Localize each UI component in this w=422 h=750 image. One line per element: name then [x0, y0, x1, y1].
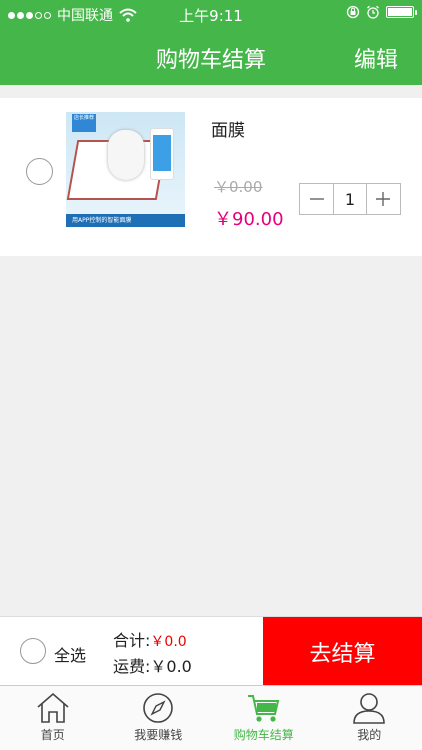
product-tag: 店长推荐	[72, 114, 96, 132]
tab-home-label: 首页	[40, 728, 65, 742]
checkout-bar: 全选 合计: ￥0.0 运费: ￥0.0 去结算	[0, 616, 422, 686]
cart-item: 店长推荐 用APP控制的智能面膜 面膜 ￥0.00 ￥90.00 1	[0, 98, 422, 256]
user-icon	[353, 693, 386, 724]
plus-icon	[376, 192, 391, 206]
total-label: 合计:	[113, 631, 151, 650]
tab-bar: 首页 我要赚钱 购物车结算 我的	[0, 685, 422, 750]
tab-profile[interactable]: 我的	[317, 686, 422, 750]
increase-button[interactable]	[367, 184, 400, 214]
tab-earn[interactable]: 我要赚钱	[106, 686, 212, 750]
shipping-label: 运费:	[113, 657, 151, 676]
tab-profile-label: 我的	[357, 728, 382, 742]
item-select-checkbox[interactable]	[26, 158, 53, 185]
orientation-lock-icon	[346, 5, 360, 19]
total-value: ￥0.0	[150, 634, 187, 650]
cart-icon	[247, 695, 280, 722]
header: 中国联通 上午9:11 购物车结算 编辑	[0, 0, 422, 85]
tab-home[interactable]: 首页	[0, 686, 106, 750]
tab-earn-label: 我要赚钱	[134, 728, 183, 742]
minus-icon	[309, 198, 324, 200]
product-name: 面膜	[211, 121, 245, 141]
edit-button[interactable]: 编辑	[354, 42, 398, 74]
product-image[interactable]: 店长推荐 用APP控制的智能面膜	[66, 112, 185, 227]
shipping-value: ￥0.0	[150, 657, 192, 676]
select-all-checkbox[interactable]	[20, 638, 46, 664]
battery-icon	[386, 6, 417, 18]
product-image-caption: 用APP控制的智能面膜	[66, 214, 185, 227]
status-bar: 中国联通 上午9:11	[0, 0, 422, 28]
quantity-stepper: 1	[299, 183, 401, 215]
tab-cart[interactable]: 购物车结算	[211, 686, 317, 750]
totals: 合计: ￥0.0 运费: ￥0.0	[113, 627, 192, 679]
tab-cart-label: 购物车结算	[233, 728, 294, 742]
original-price: ￥0.00	[214, 178, 263, 196]
decrease-button[interactable]	[300, 184, 333, 214]
alarm-icon	[367, 5, 379, 19]
status-right	[346, 5, 417, 19]
compass-icon	[143, 693, 174, 723]
checkout-button[interactable]: 去结算	[263, 617, 422, 686]
home-icon	[37, 692, 69, 723]
quantity-value[interactable]: 1	[333, 184, 367, 214]
select-all-label[interactable]: 全选	[54, 642, 86, 666]
product-price: ￥90.00	[214, 209, 284, 230]
